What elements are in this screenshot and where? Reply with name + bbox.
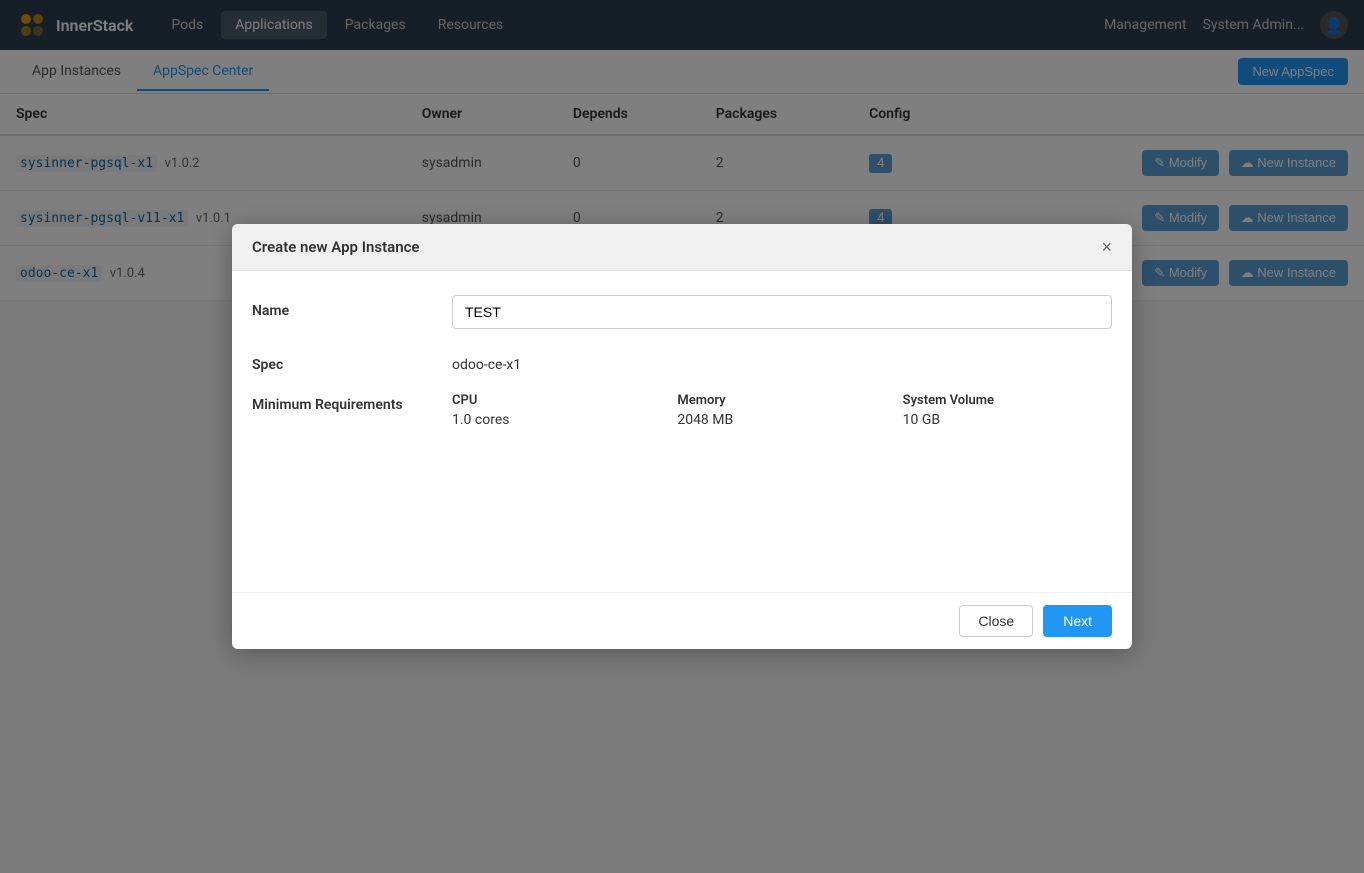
- req-label: Minimum Requirements: [252, 393, 452, 413]
- memory-value: 2048 MB: [677, 412, 886, 428]
- close-modal-button[interactable]: Close: [959, 605, 1033, 637]
- name-row: Name: [252, 295, 1112, 329]
- cpu-value: 1.0 cores: [452, 412, 661, 428]
- cpu-item: CPU 1.0 cores: [452, 393, 661, 428]
- spec-label: Spec: [252, 349, 452, 373]
- memory-label: Memory: [677, 393, 886, 408]
- name-input[interactable]: [452, 295, 1112, 329]
- modal-body: Name Spec odoo-ce-x1 Minimum Requirement…: [232, 271, 1132, 592]
- system-volume-value: 10 GB: [903, 412, 1112, 428]
- cpu-label: CPU: [452, 393, 661, 408]
- modal-close-button[interactable]: ×: [1101, 238, 1112, 256]
- spec-value: odoo-ce-x1: [452, 349, 1112, 373]
- system-volume-label: System Volume: [903, 393, 1112, 408]
- modal-footer: Close Next: [232, 592, 1132, 649]
- modal-header: Create new App Instance ×: [232, 224, 1132, 271]
- create-instance-modal: Create new App Instance × Name Spec odoo…: [232, 224, 1132, 649]
- modal-spacer: [252, 448, 1112, 568]
- memory-item: Memory 2048 MB: [677, 393, 886, 428]
- modal-title: Create new App Instance: [252, 238, 420, 256]
- spec-row: Spec odoo-ce-x1: [252, 349, 1112, 373]
- req-grid: CPU 1.0 cores Memory 2048 MB System Volu…: [452, 393, 1112, 428]
- requirements-row: Minimum Requirements CPU 1.0 cores Memor…: [252, 393, 1112, 428]
- name-label: Name: [252, 295, 452, 319]
- system-volume-item: System Volume 10 GB: [903, 393, 1112, 428]
- next-button[interactable]: Next: [1043, 605, 1112, 637]
- modal-overlay: Create new App Instance × Name Spec odoo…: [0, 0, 1364, 873]
